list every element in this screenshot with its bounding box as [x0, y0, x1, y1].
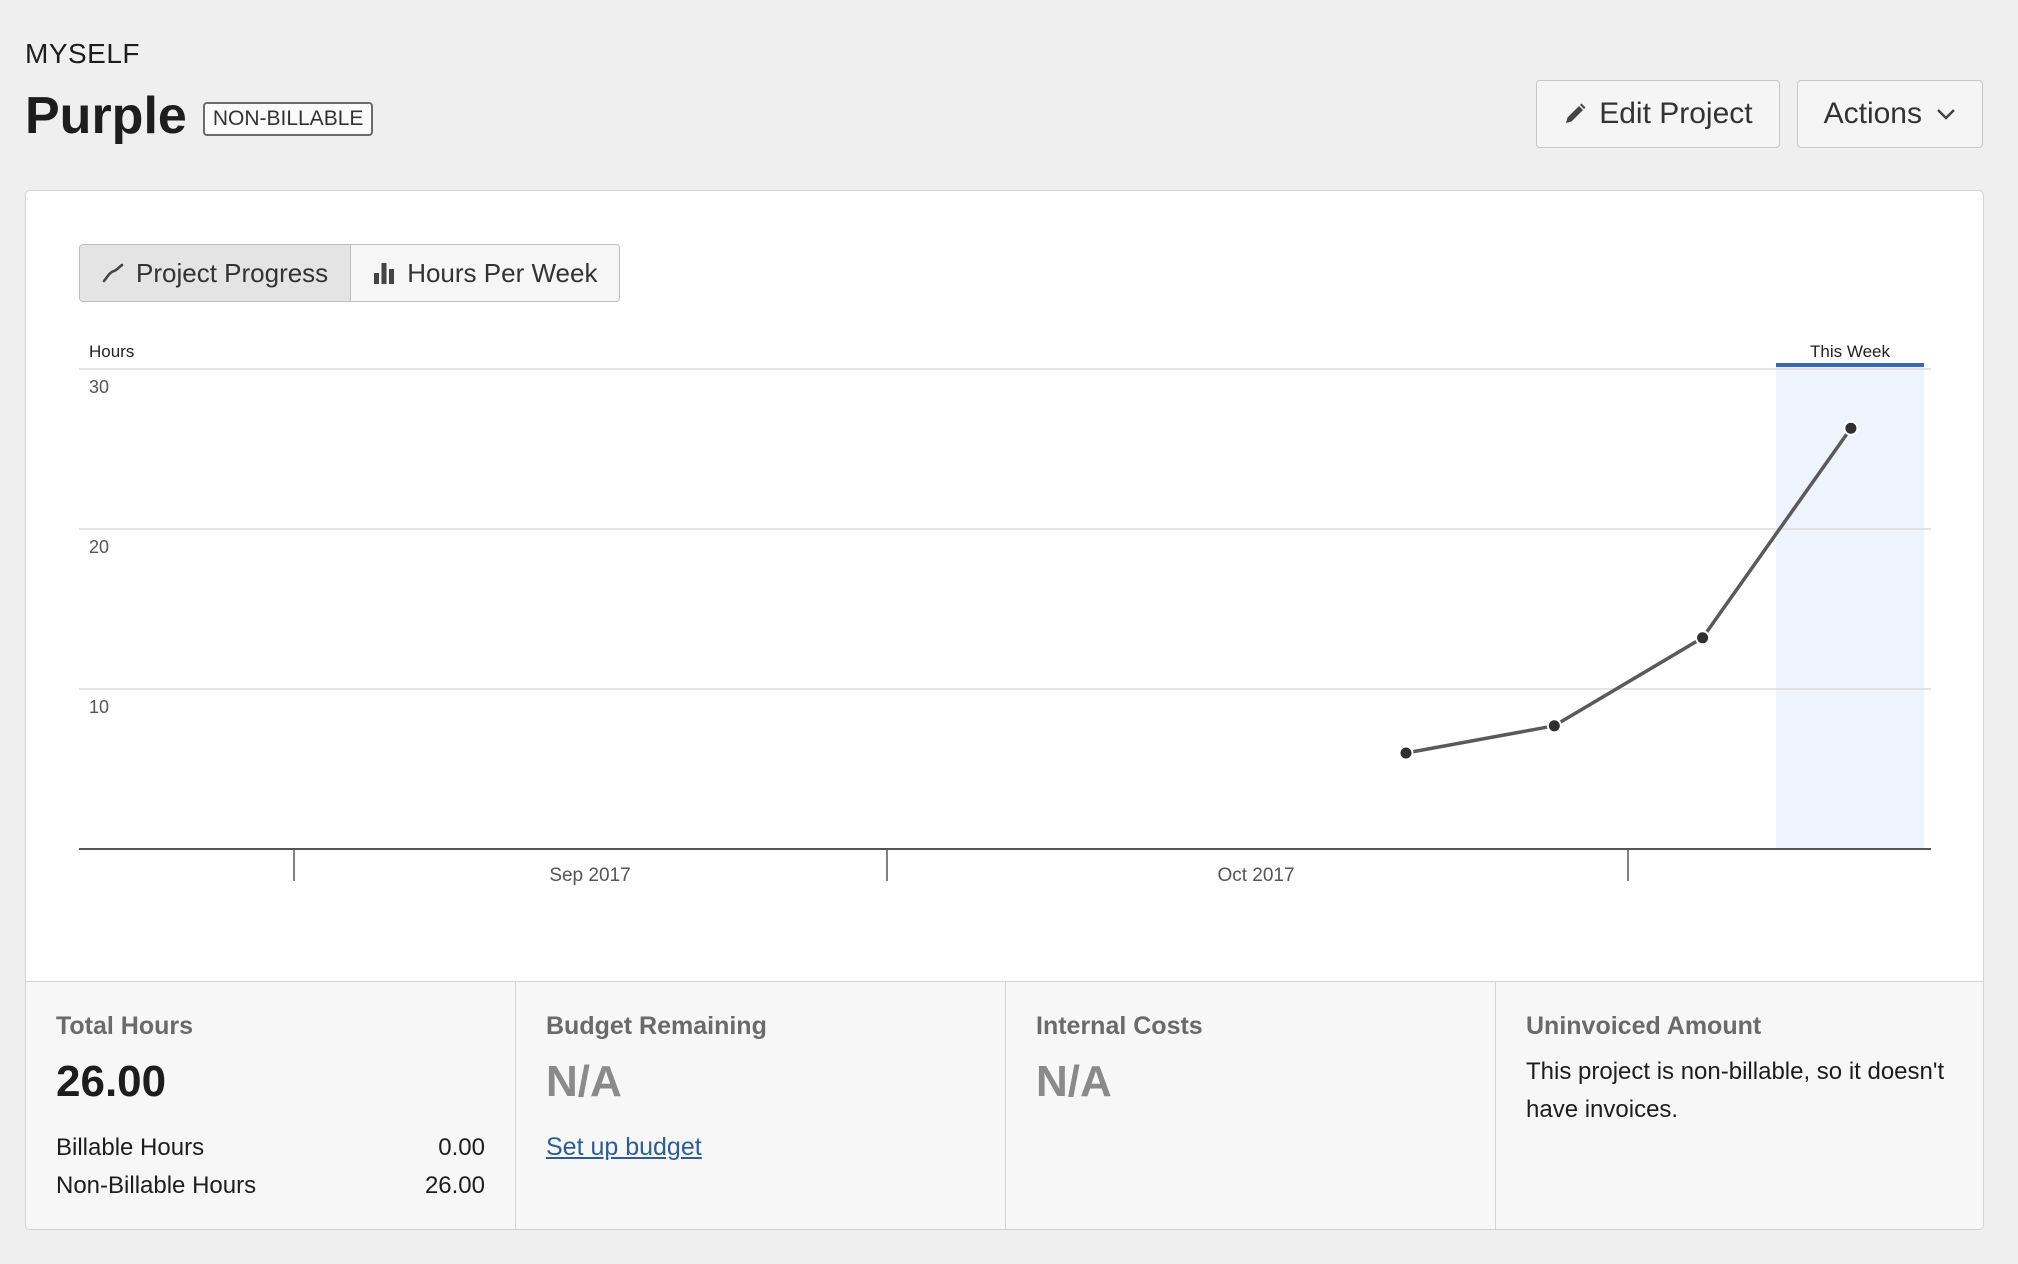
set-up-budget-link[interactable]: Set up budget [546, 1133, 702, 1162]
internal-costs-value: N/A [1036, 1057, 1112, 1106]
pencil-icon [1563, 102, 1587, 126]
edit-project-label: Edit Project [1599, 97, 1753, 130]
x-tick-label: Sep 2017 [549, 865, 630, 886]
total-hours-value: 26.00 [56, 1057, 167, 1106]
budget-remaining-label: Budget Remaining [546, 1012, 767, 1040]
data-point [1843, 420, 1859, 436]
chart-view-toggle: Project Progress Hours Per Week [79, 244, 621, 302]
y-axis-label: Hours [89, 342, 134, 361]
nonbillable-hours-label: Non-Billable Hours [56, 1172, 257, 1199]
stat-budget-remaining: Budget Remaining N/A Set up budget [516, 982, 1006, 1229]
header-actions: Edit Project Actions [1536, 80, 1983, 148]
billable-hours-label: Billable Hours [56, 1134, 205, 1161]
billing-status-badge: NON-BILLABLE [202, 102, 374, 136]
tab-project-progress[interactable]: Project Progress [80, 245, 351, 301]
project-stats: Total Hours 26.00 Billable Hours 0.00 No… [26, 981, 1983, 1229]
y-tick-label: 10 [89, 697, 109, 717]
budget-remaining-value: N/A [546, 1057, 622, 1106]
client-name: MYSELF [25, 38, 141, 69]
this-week-bar [1776, 363, 1924, 367]
tab-project-progress-label: Project Progress [136, 257, 329, 288]
total-hours-label: Total Hours [56, 1012, 194, 1040]
billable-hours-row: Billable Hours 0.00 [56, 1129, 485, 1167]
stat-internal-costs: Internal Costs N/A [1006, 982, 1496, 1229]
actions-dropdown-button[interactable]: Actions [1796, 80, 1983, 148]
data-point [1546, 718, 1562, 734]
uninvoiced-amount-label: Uninvoiced Amount [1526, 1012, 1762, 1040]
chevron-down-icon [1936, 107, 1956, 121]
project-title-row: Purple NON-BILLABLE [25, 86, 374, 146]
x-tick-label: Oct 2017 [1217, 865, 1294, 886]
tab-hours-per-week[interactable]: Hours Per Week [350, 245, 620, 301]
data-point [1695, 630, 1711, 646]
billable-hours-value: 0.00 [438, 1134, 485, 1161]
edit-project-button[interactable]: Edit Project [1536, 80, 1780, 148]
stat-uninvoiced-amount: Uninvoiced Amount This project is non-bi… [1496, 982, 1983, 1229]
this-week-highlight [1776, 363, 1924, 849]
project-progress-chart: This Week Hours 30 20 10 Sep 2017 Oct 2017 [26, 191, 1983, 981]
actions-label: Actions [1823, 97, 1922, 130]
this-week-label: This Week [1810, 342, 1890, 361]
stat-total-hours: Total Hours 26.00 Billable Hours 0.00 No… [26, 982, 516, 1229]
bar-chart-icon [373, 261, 395, 285]
y-tick-label: 30 [89, 377, 109, 397]
line-chart-icon [102, 262, 124, 284]
y-tick-label: 20 [89, 537, 109, 557]
hours-breakdown: Billable Hours 0.00 Non-Billable Hours 2… [56, 1129, 485, 1205]
internal-costs-label: Internal Costs [1036, 1012, 1203, 1040]
nonbillable-hours-value: 26.00 [424, 1172, 485, 1199]
project-card: This Week Hours 30 20 10 Sep 2017 Oct 2017 Pro… [25, 190, 1984, 1230]
uninvoiced-amount-text: This project is non-billable, so it does… [1526, 1058, 1945, 1123]
tab-hours-per-week-label: Hours Per Week [407, 257, 598, 288]
chart-svg: This Week Hours 30 20 10 Sep 2017 Oct 2017 [79, 342, 1931, 886]
nonbillable-hours-row: Non-Billable Hours 26.00 [56, 1167, 485, 1205]
data-point [1398, 745, 1414, 761]
project-name: Purple [25, 87, 187, 145]
